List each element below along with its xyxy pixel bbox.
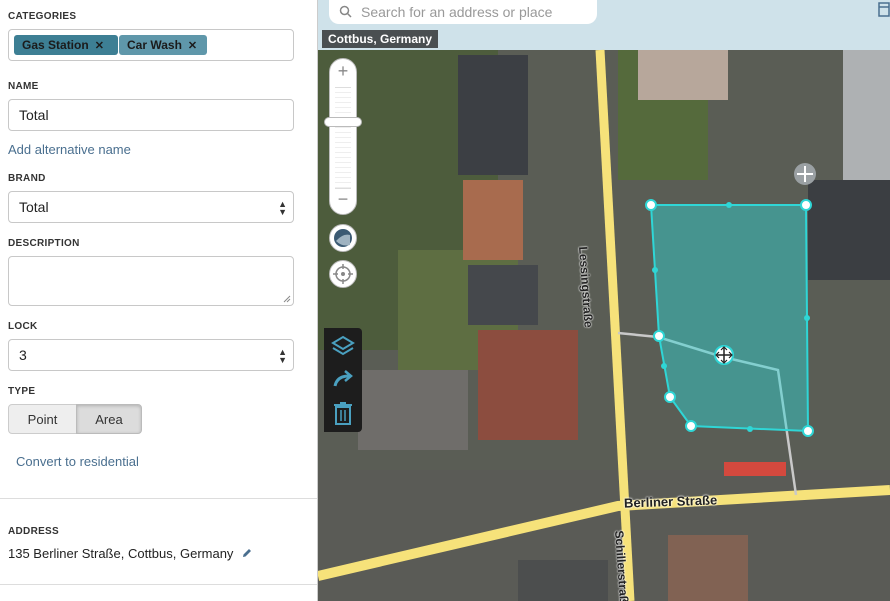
locate-button[interactable] (329, 260, 357, 288)
polygon-vertex[interactable] (664, 391, 676, 403)
polygon-midpoint[interactable] (652, 267, 658, 273)
remove-tag-icon[interactable]: ✕ (95, 40, 104, 52)
vehicle (724, 462, 786, 476)
select-arrows-icon: ▲ ▼ (278, 199, 287, 217)
undo-icon[interactable] (331, 368, 355, 392)
add-alternative-name-link[interactable]: Add alternative name (8, 142, 131, 157)
address-label: ADDRESS (8, 526, 59, 537)
polygon-vertex[interactable] (800, 199, 812, 211)
sidebar: CATEGORIES Gas Station ✕ Car Wash ✕ NAME T… (0, 0, 318, 601)
remove-tag-icon[interactable]: ✕ (188, 40, 197, 52)
pavement (318, 470, 890, 601)
search-icon (339, 5, 352, 18)
zoom-in-button[interactable]: + (330, 61, 356, 82)
pencil-icon[interactable] (241, 547, 253, 559)
divider (0, 584, 317, 585)
lock-value: 3 (19, 347, 27, 363)
convert-to-residential-link[interactable]: Convert to residential (16, 454, 139, 469)
edit-toolbar (324, 328, 362, 432)
brand-value: Total (19, 199, 49, 215)
building (358, 370, 468, 450)
move-handle-icon[interactable] (714, 345, 734, 365)
building (638, 50, 728, 100)
map-view[interactable]: Lessingstraße Berliner Straße Schillerst… (318, 0, 890, 601)
polygon-midpoint[interactable] (661, 363, 667, 369)
polygon-vertex[interactable] (685, 420, 697, 432)
category-tag-label: Car Wash (127, 38, 182, 52)
address-value: 135 Berliner Straße, Cottbus, Germany (8, 546, 234, 561)
building (458, 55, 528, 175)
divider (0, 498, 317, 499)
building (808, 180, 890, 280)
crosshair-icon (333, 264, 353, 284)
zoom-out-button[interactable]: − (330, 189, 356, 210)
polygon-midpoint[interactable] (726, 202, 732, 208)
lock-select[interactable]: 3 ▲ ▼ (8, 339, 294, 371)
polygon-midpoint[interactable] (747, 426, 753, 432)
building-roof (463, 180, 523, 260)
name-input[interactable]: Total (8, 99, 294, 131)
categories-label: CATEGORIES (8, 11, 77, 22)
description-label: DESCRIPTION (8, 238, 80, 249)
background-layer-button[interactable] (329, 224, 357, 252)
name-value: Total (19, 107, 49, 123)
map-canvas (318, 0, 890, 601)
polygon-vertex[interactable] (645, 199, 657, 211)
map-search-bar[interactable]: Search for an address or place (329, 0, 597, 24)
layers-icon[interactable] (331, 334, 355, 358)
polygon-vertex[interactable] (653, 330, 665, 342)
name-label: NAME (8, 81, 39, 92)
drag-handle-icon[interactable] (794, 163, 816, 185)
type-label: TYPE (8, 386, 36, 397)
categories-field[interactable]: Gas Station ✕ Car Wash ✕ (8, 29, 294, 61)
type-point-button[interactable]: Point (8, 404, 77, 434)
polygon-midpoint[interactable] (804, 315, 810, 321)
brand-select[interactable]: Total ▲ ▼ (8, 191, 294, 223)
category-tag-label: Gas Station (22, 38, 89, 52)
category-tag-gas-station: Gas Station ✕ (14, 35, 118, 55)
address-row: 135 Berliner Straße, Cottbus, Germany (8, 546, 253, 561)
building-roof (478, 330, 578, 440)
category-tag-car-wash: Car Wash ✕ (119, 35, 207, 55)
brand-label: BRAND (8, 173, 46, 184)
resize-handle-icon[interactable] (283, 295, 291, 303)
building (468, 265, 538, 325)
zoom-track[interactable] (335, 87, 351, 189)
zoom-slider-handle[interactable] (324, 117, 362, 127)
layer-thumb-icon (334, 229, 352, 247)
select-arrows-icon: ▲ ▼ (278, 347, 287, 365)
lock-label: LOCK (8, 321, 38, 332)
zoom-control: + − (324, 58, 362, 215)
polygon-vertex[interactable] (802, 425, 814, 437)
search-placeholder: Search for an address or place (361, 4, 553, 20)
description-textarea[interactable] (8, 256, 294, 306)
panel-icon[interactable] (878, 2, 890, 18)
type-area-button[interactable]: Area (76, 404, 142, 434)
location-label: Cottbus, Germany (322, 30, 439, 48)
trash-icon[interactable] (331, 400, 355, 426)
